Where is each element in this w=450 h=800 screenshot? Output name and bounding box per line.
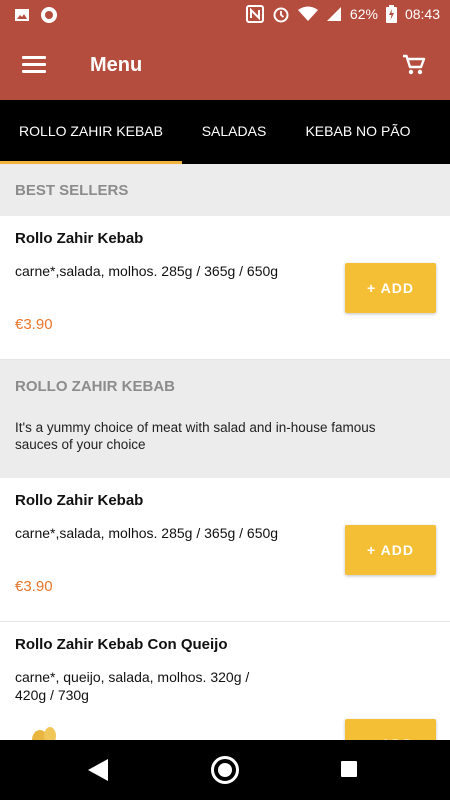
system-nav-bar bbox=[0, 740, 450, 800]
image-notification-icon bbox=[15, 9, 29, 21]
battery-percent: 62% bbox=[349, 6, 378, 22]
menu-item[interactable]: Rollo Zahir Kebab carne*,salada, molhos.… bbox=[0, 478, 450, 622]
back-icon[interactable] bbox=[88, 759, 108, 781]
add-button[interactable]: + ADD bbox=[345, 263, 436, 313]
menu-list[interactable]: BEST SELLERS Rollo Zahir Kebab carne*,sa… bbox=[0, 164, 450, 740]
item-description: carne*,salada, molhos. 285g / 365g / 650… bbox=[15, 263, 279, 279]
page-title: Menu bbox=[90, 54, 143, 76]
add-button[interactable]: + ADD bbox=[345, 525, 436, 575]
item-name: Rollo Zahir Kebab bbox=[15, 230, 144, 247]
home-icon[interactable] bbox=[211, 756, 239, 784]
add-button[interactable]: + ADD bbox=[345, 719, 436, 740]
section-description: It's a yummy choice of meat with salad a… bbox=[15, 420, 376, 452]
item-description: carne*,salada, molhos. 285g / 365g / 650… bbox=[15, 525, 279, 541]
section-header-rollo-zahir-kebab: ROLLO ZAHIR KEBAB It's a yummy choice of… bbox=[0, 360, 450, 478]
recent-apps-icon[interactable] bbox=[341, 761, 357, 777]
item-thumbnail-icon bbox=[32, 727, 56, 740]
status-bar: 62% 08:43 bbox=[0, 0, 450, 30]
section-header-best-sellers: BEST SELLERS bbox=[0, 164, 450, 216]
menu-item[interactable]: Rollo Zahir Kebab Con Queijo carne*, que… bbox=[0, 622, 450, 740]
item-description: carne*, queijo, salada, molhos. 320g / 4… bbox=[15, 669, 250, 703]
item-price: €3.90 bbox=[15, 316, 53, 333]
item-name: Rollo Zahir Kebab bbox=[15, 492, 144, 509]
shopping-cart-icon[interactable] bbox=[402, 54, 426, 76]
record-notification-icon bbox=[41, 7, 57, 23]
hamburger-menu-icon[interactable] bbox=[22, 56, 46, 74]
section-title: ROLLO ZAHIR KEBAB bbox=[15, 378, 175, 395]
signal-icon bbox=[326, 7, 341, 21]
tab-kebab-no-pao[interactable]: KEBAB NO PÃO bbox=[286, 100, 430, 164]
menu-item[interactable]: Rollo Zahir Kebab carne*,salada, molhos.… bbox=[0, 216, 450, 360]
clock: 08:43 bbox=[404, 6, 440, 22]
alarm-icon bbox=[273, 7, 289, 23]
app-bar: Menu bbox=[0, 30, 450, 100]
tab-rollo-zahir-kebab[interactable]: ROLLO ZAHIR KEBAB bbox=[0, 100, 182, 164]
nfc-icon bbox=[245, 5, 264, 23]
wifi-icon bbox=[297, 6, 318, 21]
item-price: €3.90 bbox=[15, 578, 53, 595]
battery-charging-icon bbox=[385, 5, 397, 23]
category-tabs: ROLLO ZAHIR KEBAB SALADAS KEBAB NO PÃO bbox=[0, 100, 450, 164]
tab-saladas[interactable]: SALADAS bbox=[182, 100, 286, 164]
item-name: Rollo Zahir Kebab Con Queijo bbox=[15, 636, 228, 653]
